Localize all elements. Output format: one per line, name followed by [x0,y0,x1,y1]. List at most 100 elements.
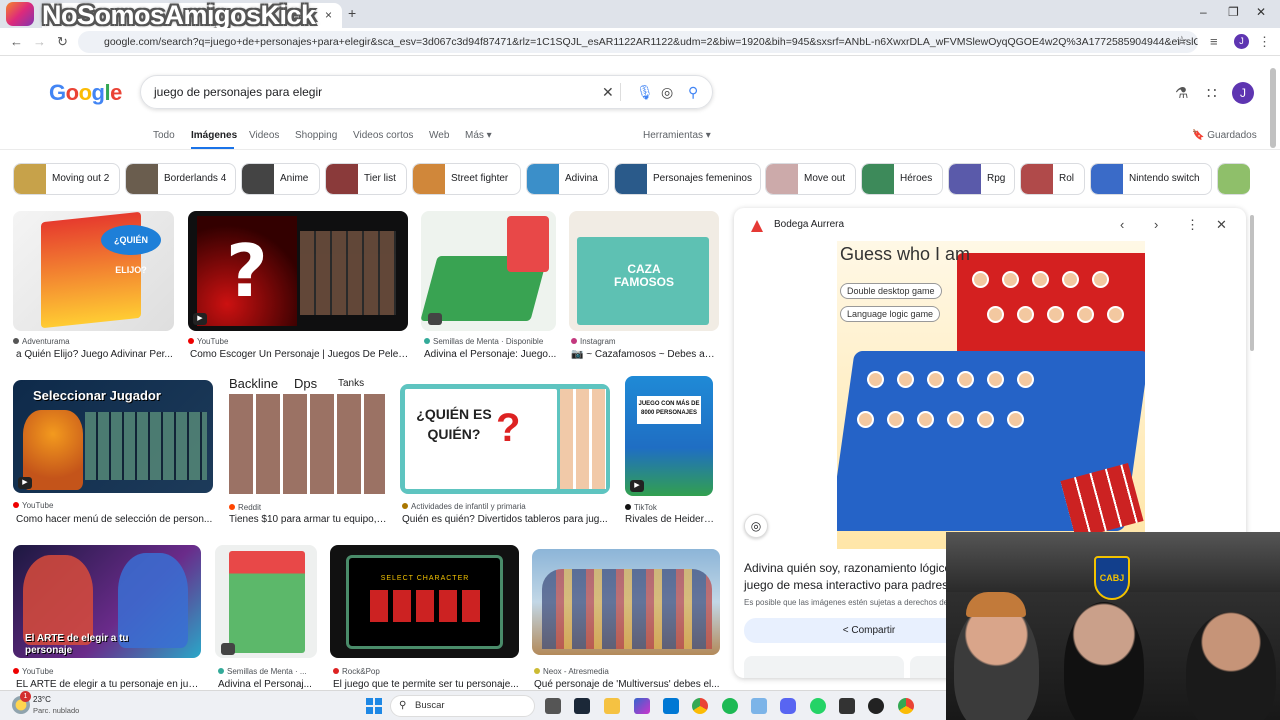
result-thumbnail[interactable]: Seleccionar Jugador ▶ [13,380,213,493]
tab-close-icon[interactable]: × [325,8,332,22]
copilot-icon[interactable] [634,698,650,714]
result-thumbnail[interactable]: JUEGO CON MÁS DE 8000 PERSONAJES ▶ [625,376,713,496]
tab-videos-cortos[interactable]: Videos cortos [353,130,413,141]
result-thumbnail[interactable]: ? ▶ [188,211,408,331]
clear-icon[interactable]: ✕ [602,84,614,101]
tools-button[interactable]: Herramientas ▾ [643,130,711,141]
saved-button[interactable]: 🔖 Guardados [1192,130,1257,141]
menu-kebab-icon[interactable]: ⋮ [1258,34,1271,50]
prev-image-icon[interactable]: ‹ [1120,217,1124,232]
goku-figure [23,410,83,490]
file-explorer-icon[interactable] [604,698,620,714]
chip-adivina[interactable]: Adivina [526,163,609,195]
preview-description[interactable]: Adivina quién soy, razonamiento lógico j… [744,560,954,594]
chrome-icon[interactable] [692,698,708,714]
result-thumbnail[interactable]: ¿QUIÉN ELIJO? [13,211,174,331]
result-title[interactable]: EL ARTE de elegir a tu personaje en jue.… [16,679,201,690]
result-title[interactable]: Como Escoger Un Personaje | Juegos De Pe… [190,349,410,360]
tab-todo[interactable]: Todo [153,130,175,141]
close-panel-icon[interactable]: ✕ [1216,217,1227,233]
search-input[interactable]: juego de personajes para elegir [140,75,713,109]
chip-nintendo-switch[interactable]: Nintendo switch [1090,163,1212,195]
result-thumbnail[interactable]: ¿QUIÉN ES QUIÉN? ? [400,384,610,494]
chip-rpg[interactable]: Rpg [948,163,1015,195]
media-icon[interactable]: ≡ [1210,34,1218,49]
related-card[interactable] [744,656,904,678]
chip-borderlands-4[interactable]: Borderlands 4 [125,163,236,195]
bookmark-star-icon[interactable]: ☆ [1176,33,1188,49]
chip-anime[interactable]: Anime [241,163,320,195]
result-thumbnail[interactable]: Backline Dps Tanks [226,376,388,496]
task-view-icon[interactable] [545,698,561,714]
taskbar-search[interactable]: ⚲ Buscar [390,695,535,717]
tab-videos[interactable]: Videos [249,130,279,141]
app-icon[interactable] [868,698,884,714]
back-icon[interactable]: ← [10,34,23,49]
webcam-overlay: CABJ [946,532,1280,720]
preview-image[interactable]: Guess who I am Double desktop game Langu… [837,241,1145,549]
chip-tier-list[interactable]: Tier list [325,163,407,195]
obs-icon[interactable] [839,698,855,714]
result-title[interactable]: Adivina el Personaj... [218,679,318,690]
result-title[interactable]: a Quién Elijo? Juego Adivinar Per... [16,349,174,360]
discord-icon[interactable] [780,698,796,714]
result-thumbnail[interactable] [532,549,720,655]
profile-avatar[interactable]: J [1234,34,1249,49]
chip-move-out[interactable]: Move out [765,163,856,195]
windows-start-icon[interactable] [366,698,382,714]
chip-next-partial[interactable] [1217,163,1250,195]
chrome-profile-icon[interactable] [898,698,914,714]
search-icon[interactable]: ⚲ [688,84,698,101]
reload-icon[interactable]: ↻ [57,34,68,50]
search-inside-image-icon[interactable]: ◎ [744,514,768,538]
result-title[interactable]: Adivina el Personaje: Juego... [424,349,557,360]
chip-label: Personajes femeninos [653,173,752,184]
chip-street-fighter[interactable]: Street fighter [412,163,521,195]
page-scrollbar[interactable] [1270,68,1276,148]
url-field[interactable]: google.com/search?q=juego+de+personajes+… [78,31,1198,53]
lens-icon[interactable]: ◎ [661,84,673,101]
result-thumbnail[interactable] [215,545,317,658]
chip-personajes-femeninos[interactable]: Personajes femeninos [614,163,761,195]
more-options-icon[interactable]: ⋮ [1186,217,1199,233]
steam-icon[interactable] [574,698,590,714]
panel-scrollbar[interactable] [1250,215,1254,351]
store-icon[interactable] [663,698,679,714]
chip-heroes[interactable]: Héroes [861,163,943,195]
whatsapp-icon[interactable] [810,698,826,714]
result-title[interactable]: Como hacer menú de selección de person..… [16,514,213,525]
result-thumbnail[interactable] [421,211,556,331]
result-title[interactable]: Quién es quién? Divertidos tableros para… [402,514,610,525]
source-favicon [218,668,224,674]
tab-web[interactable]: Web [429,130,449,141]
result-title[interactable]: El juego que te permite ser tu personaje… [333,679,519,690]
result-title[interactable]: 📷 ~ Cazafamosos ~ Debes adi... [571,349,719,360]
result-source-text: Actividades de infantil y primaria [411,502,526,511]
minimize-icon[interactable]: – [1200,5,1207,19]
microphone-icon[interactable]: 🎙 [636,84,654,101]
account-avatar[interactable]: J [1232,82,1254,104]
chip-label: Rol [1059,173,1075,184]
result-thumbnail[interactable]: CAZA FAMOSOS [569,211,719,331]
spotify-icon[interactable] [722,698,738,714]
google-logo[interactable]: Google [49,80,122,106]
result-title[interactable]: Qué personaje de 'Multiversus' debes el.… [534,679,720,690]
photos-icon[interactable] [751,698,767,714]
result-thumbnail[interactable]: SELECT CHARACTER [330,545,519,658]
maximize-icon[interactable]: ❐ [1228,5,1239,19]
next-image-icon[interactable]: › [1154,217,1158,232]
new-tab-button[interactable]: + [348,5,356,21]
tab-shopping[interactable]: Shopping [295,130,337,141]
labs-flask-icon[interactable]: ⚗ [1175,84,1188,102]
result-thumbnail[interactable]: El ARTE de elegir a tu personaje [13,545,201,658]
result-title[interactable]: Tienes $10 para armar tu equipo, ... [229,514,387,525]
panel-site-name[interactable]: Bodega Aurrera [774,219,844,230]
forward-icon[interactable]: → [33,34,46,49]
chip-rol[interactable]: Rol [1020,163,1085,195]
result-title[interactable]: Rivales de Heider: ... [625,514,715,525]
chip-moving-out-2[interactable]: Moving out 2 [13,163,120,195]
apps-grid-icon[interactable]: ∷ [1207,84,1217,102]
tab-mas[interactable]: Más ▾ [465,130,492,141]
close-window-icon[interactable]: ✕ [1256,5,1266,19]
tab-imagenes[interactable]: Imágenes [191,130,237,141]
